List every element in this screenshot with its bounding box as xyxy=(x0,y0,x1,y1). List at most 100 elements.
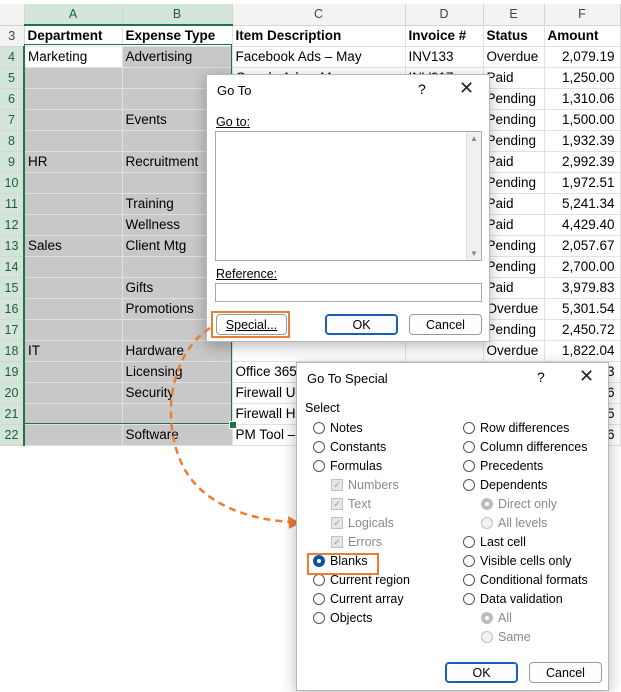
column-header-c[interactable]: C xyxy=(232,4,406,26)
option-formulas[interactable]: Formulas xyxy=(313,458,382,475)
cell[interactable]: Department xyxy=(24,25,123,47)
close-icon[interactable]: ✕ xyxy=(459,78,474,99)
cell[interactable] xyxy=(24,193,123,215)
cell[interactable]: INV133 xyxy=(405,46,484,68)
row-header[interactable]: 11 xyxy=(0,193,25,215)
cell[interactable]: Pending xyxy=(483,319,545,341)
row-header[interactable]: 12 xyxy=(0,214,25,236)
radio-icon[interactable] xyxy=(463,421,475,434)
radio-icon[interactable] xyxy=(313,573,325,586)
cell[interactable]: 4,429.40 xyxy=(544,214,621,236)
cell[interactable]: Invoice # xyxy=(405,25,484,47)
cell[interactable] xyxy=(24,109,123,131)
radio-icon[interactable] xyxy=(463,478,475,491)
special-titlebar[interactable]: Go To Special ? ✕ xyxy=(297,363,608,395)
cell[interactable]: Item Description xyxy=(232,25,406,47)
cell[interactable]: Facebook Ads – May xyxy=(232,46,406,68)
cell[interactable] xyxy=(24,298,123,320)
row-header[interactable]: 19 xyxy=(0,361,25,383)
row-header[interactable]: 15 xyxy=(0,277,25,299)
cell[interactable]: Pending xyxy=(483,256,545,278)
cell[interactable]: 5,301.54 xyxy=(544,298,621,320)
cell[interactable]: Status xyxy=(483,25,545,47)
row-header[interactable]: 4 xyxy=(0,46,25,68)
radio-icon[interactable] xyxy=(463,554,475,567)
column-header-b[interactable]: B xyxy=(122,4,233,26)
cell[interactable] xyxy=(24,214,123,236)
cell[interactable] xyxy=(24,67,123,89)
option-visible-cells-only[interactable]: Visible cells only xyxy=(463,553,571,570)
option-dependents[interactable]: Dependents xyxy=(463,477,547,494)
cell[interactable]: 2,079.19 xyxy=(544,46,621,68)
cell[interactable]: Paid xyxy=(483,193,545,215)
cell[interactable]: 2,057.67 xyxy=(544,235,621,257)
cell[interactable]: 1,822.04 xyxy=(544,340,621,362)
row-header[interactable]: 5 xyxy=(0,67,25,89)
cell[interactable]: Licensing xyxy=(122,361,233,383)
column-header-e[interactable]: E xyxy=(483,4,545,26)
cell[interactable] xyxy=(24,277,123,299)
scroll-down-icon[interactable]: ▼ xyxy=(470,249,478,258)
radio-icon[interactable] xyxy=(313,440,325,453)
cell[interactable]: Pending xyxy=(483,88,545,110)
close-icon[interactable]: ✕ xyxy=(579,366,594,387)
cell[interactable] xyxy=(24,130,123,152)
cell[interactable]: 1,972.51 xyxy=(544,172,621,194)
cell[interactable]: 2,700.00 xyxy=(544,256,621,278)
option-conditional-formats[interactable]: Conditional formats xyxy=(463,572,588,589)
radio-icon[interactable] xyxy=(463,535,475,548)
row-header[interactable]: 16 xyxy=(0,298,25,320)
row-header[interactable]: 14 xyxy=(0,256,25,278)
cell[interactable]: Pending xyxy=(483,172,545,194)
cell[interactable] xyxy=(24,424,123,446)
cell[interactable]: 2,992.39 xyxy=(544,151,621,173)
reference-input[interactable] xyxy=(215,283,482,302)
help-icon[interactable]: ? xyxy=(537,369,545,385)
option-precedents[interactable]: Precedents xyxy=(463,458,543,475)
cancel-button[interactable]: Cancel xyxy=(409,314,482,335)
cell[interactable] xyxy=(24,319,123,341)
help-icon[interactable]: ? xyxy=(418,81,426,97)
cell[interactable]: Hardware xyxy=(122,340,233,362)
cell[interactable] xyxy=(24,361,123,383)
cell[interactable]: IT xyxy=(24,340,123,362)
cell[interactable]: HR xyxy=(24,151,123,173)
option-notes[interactable]: Notes xyxy=(313,420,363,437)
row-header[interactable]: 6 xyxy=(0,88,25,110)
cell[interactable]: Security xyxy=(122,382,233,404)
cell[interactable]: Sales xyxy=(24,235,123,257)
row-header[interactable]: 22 xyxy=(0,424,25,446)
cancel-button[interactable]: Cancel xyxy=(529,662,602,683)
cell[interactable]: Advertising xyxy=(122,46,233,68)
radio-icon[interactable] xyxy=(313,611,325,624)
row-header[interactable]: 8 xyxy=(0,130,25,152)
cell[interactable]: 2,450.72 xyxy=(544,319,621,341)
cell[interactable] xyxy=(24,382,123,404)
cell[interactable]: 1,932.39 xyxy=(544,130,621,152)
cell[interactable]: Paid xyxy=(483,67,545,89)
cell[interactable]: 5,241.34 xyxy=(544,193,621,215)
option-constants[interactable]: Constants xyxy=(313,439,386,456)
radio-icon[interactable] xyxy=(313,592,325,605)
column-header-f[interactable]: F xyxy=(544,4,621,26)
cell[interactable]: Expense Type xyxy=(122,25,233,47)
radio-icon[interactable] xyxy=(463,573,475,586)
radio-icon[interactable] xyxy=(463,440,475,453)
cell[interactable] xyxy=(122,403,233,425)
cell[interactable] xyxy=(24,172,123,194)
cell[interactable]: Pending xyxy=(483,109,545,131)
goto-listbox[interactable]: ▲ ▼ xyxy=(215,131,482,261)
cell[interactable] xyxy=(232,340,406,362)
cell[interactable]: 1,250.00 xyxy=(544,67,621,89)
ok-button[interactable]: OK xyxy=(445,662,518,683)
cell[interactable] xyxy=(24,256,123,278)
cell[interactable]: Paid xyxy=(483,214,545,236)
cell[interactable]: 3,979.83 xyxy=(544,277,621,299)
cell[interactable]: Amount xyxy=(544,25,621,47)
option-column-differences[interactable]: Column differences xyxy=(463,439,587,456)
goto-titlebar[interactable]: Go To ? ✕ xyxy=(207,75,489,107)
option-row-differences[interactable]: Row differences xyxy=(463,420,569,437)
row-header[interactable]: 18 xyxy=(0,340,25,362)
row-header[interactable]: 20 xyxy=(0,382,25,404)
cell[interactable]: Overdue xyxy=(483,46,545,68)
